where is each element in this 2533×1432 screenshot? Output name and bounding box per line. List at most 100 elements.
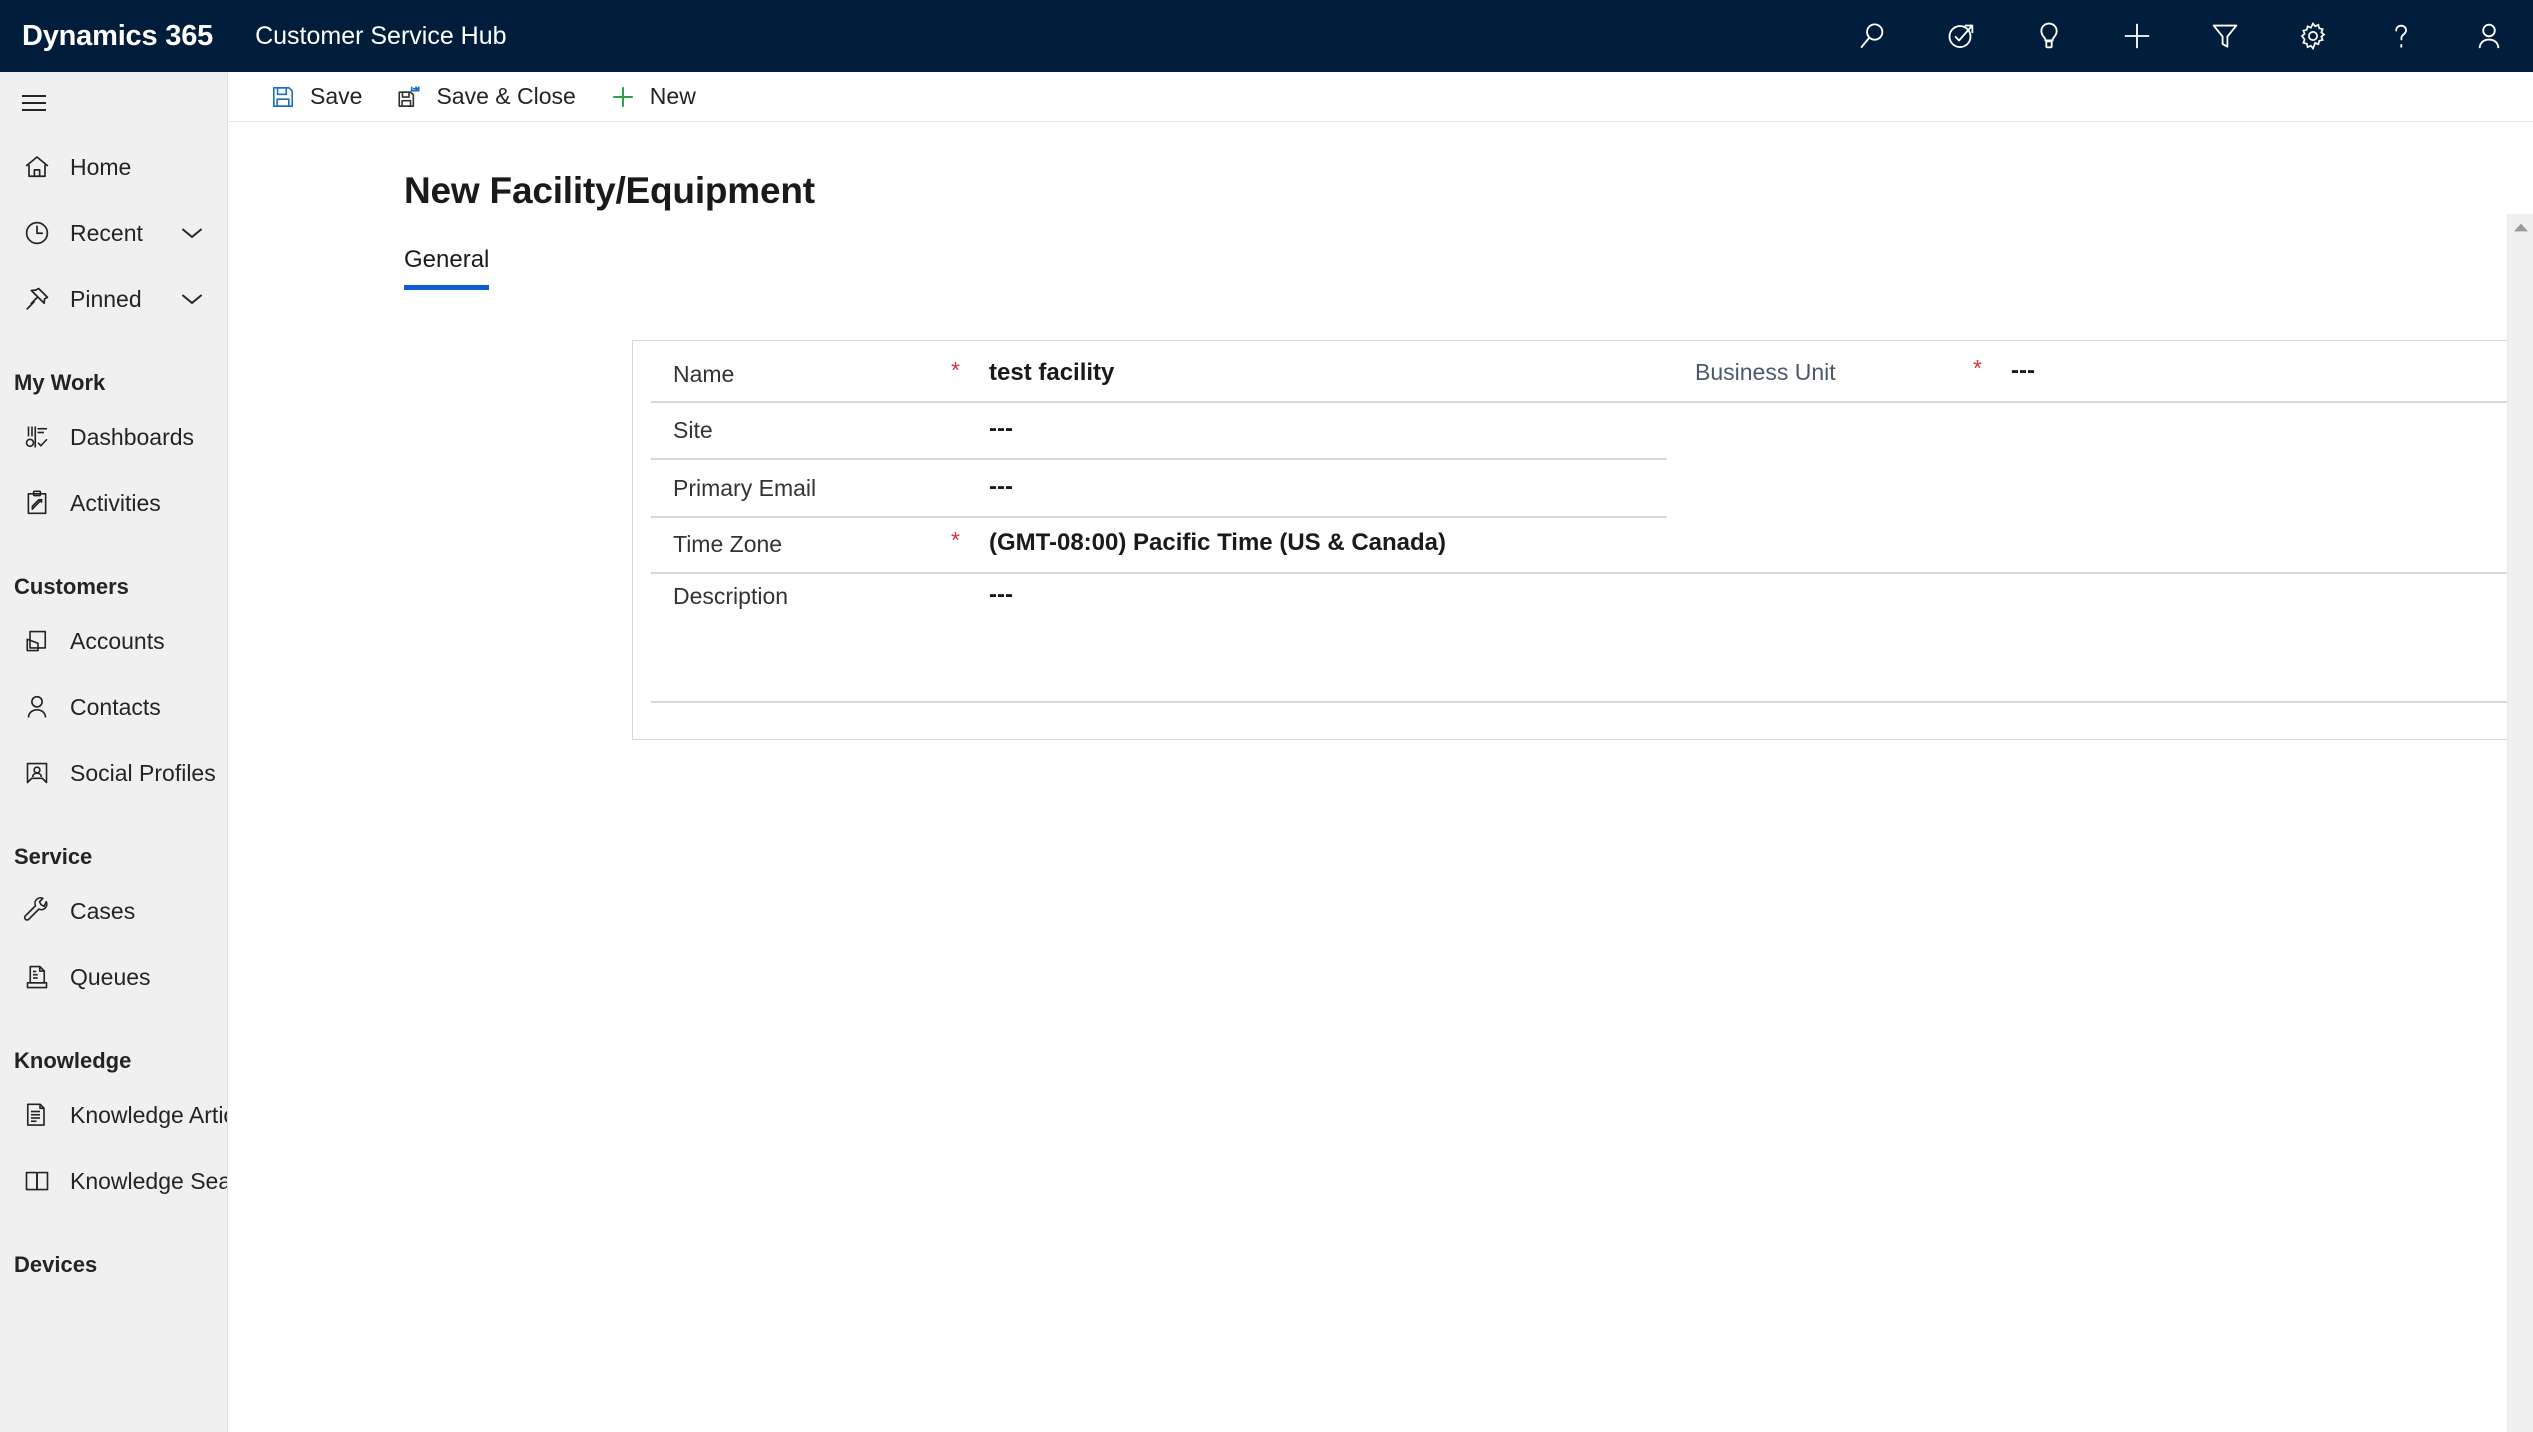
save-close-icon: [394, 84, 424, 110]
article-icon: [14, 1095, 60, 1135]
sidebar-item-label: Contacts: [70, 693, 161, 720]
form-field-business-unit[interactable]: Business Unit * ---: [1695, 357, 2035, 386]
tab-general[interactable]: General: [404, 246, 490, 290]
form-field-time-zone[interactable]: Time Zone * (GMT-08:00) Pacific Time (US…: [673, 529, 1446, 558]
app-name: Customer Service Hub: [255, 21, 507, 50]
tab-general-label: General: [404, 246, 490, 273]
field-value[interactable]: ---: [2011, 357, 2035, 385]
sidebar-item-dashboards[interactable]: Dashboards: [0, 404, 227, 470]
required-indicator: *: [951, 357, 960, 383]
sidebar-item-label: Recent: [70, 219, 143, 246]
save-button[interactable]: Save: [252, 72, 378, 122]
brand-title: Dynamics 365: [22, 19, 214, 52]
required-indicator: *: [1973, 355, 1982, 381]
field-value[interactable]: ---: [989, 415, 1013, 443]
sidebar-item-knowledge-articles[interactable]: Knowledge Articles: [0, 1082, 227, 1148]
person-icon[interactable]: [2445, 0, 2533, 72]
required-indicator: *: [951, 527, 960, 553]
sidebar-item-label: Home: [70, 153, 132, 180]
field-value[interactable]: test facility: [989, 359, 1114, 387]
field-label: Site: [673, 417, 713, 443]
form-field-primary-email[interactable]: Primary Email ---: [673, 473, 1013, 502]
sidebar-item-home[interactable]: Home: [0, 134, 227, 200]
field-separator-full: [651, 401, 2533, 403]
sidebar-group-devices: Devices: [14, 1252, 98, 1277]
field-value[interactable]: ---: [989, 473, 1013, 501]
field-separator-full: [651, 572, 2533, 574]
new-button[interactable]: New: [592, 72, 712, 122]
new-button-label: New: [649, 83, 696, 109]
form-rows: Name * test facility Business Unit * ---…: [633, 341, 2533, 739]
save-icon: [268, 84, 298, 110]
app-root: Dynamics 365 Customer Service Hub Home R…: [0, 0, 2533, 1432]
field-value[interactable]: ---: [989, 581, 1013, 609]
form-field-name[interactable]: Name * test facility: [673, 359, 1114, 388]
top-header-bar: Dynamics 365 Customer Service Hub: [0, 0, 2533, 72]
sidebar-group-customers: Customers: [14, 574, 129, 599]
tab-strip: General: [404, 246, 2533, 290]
assistant-icon[interactable]: [1917, 0, 2005, 72]
form-field-site[interactable]: Site ---: [673, 415, 1013, 444]
sidebar-item-label: Knowledge Articles: [70, 1101, 227, 1128]
field-separator-full: [651, 701, 2533, 703]
sidebar-item-cases[interactable]: Cases: [0, 878, 227, 944]
command-bar: Save Save & Close New: [228, 72, 2533, 122]
page-title: New Facility/Equipment: [404, 170, 815, 211]
sidebar-item-social-profiles[interactable]: Social Profiles: [0, 740, 227, 806]
sidebar-item-queues[interactable]: Queues: [0, 944, 227, 1010]
contact-icon: [14, 687, 60, 727]
field-separator-left: [651, 516, 1667, 518]
left-sidebar: Home Recent Pinned My Work Dashboards Ac…: [0, 72, 228, 1432]
social-profile-icon: [14, 753, 60, 793]
field-label: Description: [673, 583, 789, 609]
sidebar-item-label: Queues: [70, 963, 151, 990]
dashboard-icon: [14, 417, 60, 457]
lightbulb-icon[interactable]: [2005, 0, 2093, 72]
sidebar-item-recent[interactable]: Recent: [0, 200, 227, 266]
sidebar-group-service: Service: [14, 844, 93, 869]
sidebar-item-label: Cases: [70, 897, 136, 924]
sidebar-item-label: Pinned: [70, 285, 142, 312]
field-label: Business Unit: [1695, 359, 1836, 385]
field-separator-left: [651, 458, 1667, 460]
queue-icon: [14, 957, 60, 997]
question-icon[interactable]: [2357, 0, 2445, 72]
header-icon-group: [1829, 0, 2533, 72]
vertical-scrollbar[interactable]: [2507, 214, 2533, 1432]
field-value[interactable]: (GMT-08:00) Pacific Time (US & Canada): [989, 529, 1446, 557]
sidebar-item-contacts[interactable]: Contacts: [0, 674, 227, 740]
gear-icon[interactable]: [2269, 0, 2357, 72]
new-plus-icon: [608, 83, 638, 111]
sidebar-item-activities[interactable]: Activities: [0, 470, 227, 536]
form-field-description[interactable]: Description ---: [673, 581, 1013, 610]
sidebar-item-label: Dashboards: [70, 423, 195, 450]
sidebar-group-my-work: My Work: [14, 370, 106, 395]
save-button-label: Save: [310, 83, 363, 109]
hamburger-menu-icon[interactable]: [0, 72, 68, 134]
sidebar-item-pinned[interactable]: Pinned: [0, 266, 227, 332]
plus-icon[interactable]: [2093, 0, 2181, 72]
save-and-close-button-label: Save & Close: [436, 83, 576, 109]
sidebar-item-label: Knowledge Search: [70, 1167, 228, 1194]
clipboard-icon: [14, 483, 60, 523]
chevron-down-icon[interactable]: [179, 291, 205, 307]
book-icon: [14, 1161, 60, 1201]
sidebar-item-label: Accounts: [70, 627, 165, 654]
search-icon[interactable]: [1829, 0, 1917, 72]
scroll-up-arrow[interactable]: [2508, 214, 2533, 240]
main-content: New Facility/Equipment General Name * te…: [228, 122, 2533, 1432]
pin-icon: [14, 279, 60, 319]
chevron-down-icon[interactable]: [179, 225, 205, 241]
accounts-icon: [14, 621, 60, 661]
general-form-card: Name * test facility Business Unit * ---…: [632, 340, 2533, 740]
filter-icon[interactable]: [2181, 0, 2269, 72]
sidebar-item-knowledge-search[interactable]: Knowledge Search: [0, 1148, 227, 1214]
sidebar-item-accounts[interactable]: Accounts: [0, 608, 227, 674]
field-label: Name: [673, 361, 735, 387]
save-and-close-button[interactable]: Save & Close: [378, 72, 591, 122]
field-label: Primary Email: [673, 475, 817, 501]
